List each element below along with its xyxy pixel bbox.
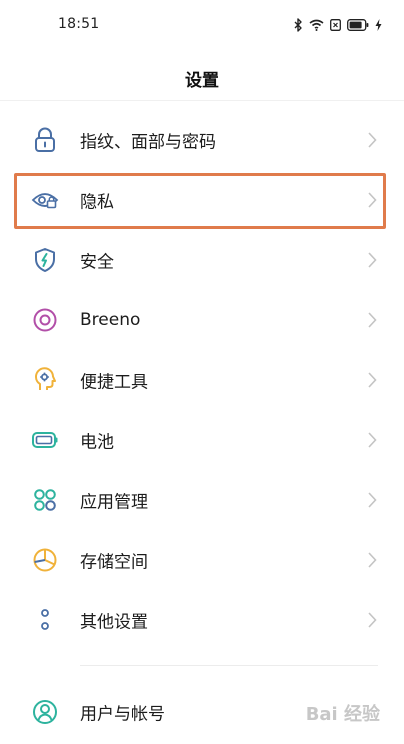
settings-list: 指纹、面部与密码 隐私 安全 Breeno 便捷工具 电池 应用管理 存储空间 … <box>0 110 404 650</box>
settings-item-convenient-tools[interactable]: 便捷工具 <box>0 350 404 410</box>
apps-icon <box>31 486 59 514</box>
section-divider <box>80 665 378 666</box>
chevron-right-icon <box>368 132 377 148</box>
settings-item-label: 存储空间 <box>80 552 148 573</box>
settings-item-label: 隐私 <box>80 192 114 213</box>
settings-item-security[interactable]: 安全 <box>0 230 404 290</box>
chevron-right-icon <box>368 552 377 568</box>
lock-icon <box>31 126 59 154</box>
settings-item-battery[interactable]: 电池 <box>0 410 404 470</box>
settings-screen: 18:51 设置 指纹、面部与密码 隐私 安全 Breeno 便捷工具 电池 应… <box>0 0 404 744</box>
user-icon <box>31 698 59 726</box>
chevron-right-icon <box>368 312 377 328</box>
settings-item-fingerprint-face-password[interactable]: 指纹、面部与密码 <box>0 110 404 170</box>
battery-icon <box>347 19 369 31</box>
chevron-right-icon <box>368 492 377 508</box>
header-divider <box>0 100 404 101</box>
battery-icon <box>31 426 59 454</box>
settings-item-label: 安全 <box>80 252 114 273</box>
sim-icon <box>330 19 341 31</box>
tools-icon <box>31 366 59 394</box>
settings-item-privacy[interactable]: 隐私 <box>0 170 404 230</box>
settings-item-label: Breeno <box>80 310 141 330</box>
status-time: 18:51 <box>58 16 100 32</box>
bluetooth-icon <box>294 18 302 32</box>
watermark-text: Bai 经验 <box>305 704 380 725</box>
settings-item-label: 应用管理 <box>80 492 148 513</box>
charging-icon <box>375 19 382 31</box>
settings-item-label: 便捷工具 <box>80 372 148 393</box>
shield-icon <box>31 246 59 274</box>
settings-item-label: 电池 <box>80 432 114 453</box>
settings-item-breeno[interactable]: Breeno <box>0 290 404 350</box>
settings-item-app-management[interactable]: 应用管理 <box>0 470 404 530</box>
chevron-right-icon <box>368 372 377 388</box>
breeno-icon <box>31 306 59 334</box>
settings-item-storage[interactable]: 存储空间 <box>0 530 404 590</box>
chevron-right-icon <box>368 252 377 268</box>
settings-item-other-settings[interactable]: 其他设置 <box>0 590 404 650</box>
settings-item-label: 指纹、面部与密码 <box>80 132 216 153</box>
settings-item-label: 用户与帐号 <box>80 704 165 725</box>
watermark: Bai 经验 <box>306 700 380 726</box>
wifi-icon <box>309 19 324 31</box>
page-title: 设置 <box>185 71 219 91</box>
status-icons <box>294 17 382 33</box>
chevron-right-icon <box>368 612 377 628</box>
settings-item-label: 其他设置 <box>80 612 148 633</box>
chevron-right-icon <box>368 192 377 208</box>
chevron-right-icon <box>368 432 377 448</box>
privacy-eye-icon <box>31 186 59 214</box>
storage-icon <box>31 546 59 574</box>
status-bar: 18:51 <box>0 0 404 52</box>
more-icon <box>31 606 59 634</box>
